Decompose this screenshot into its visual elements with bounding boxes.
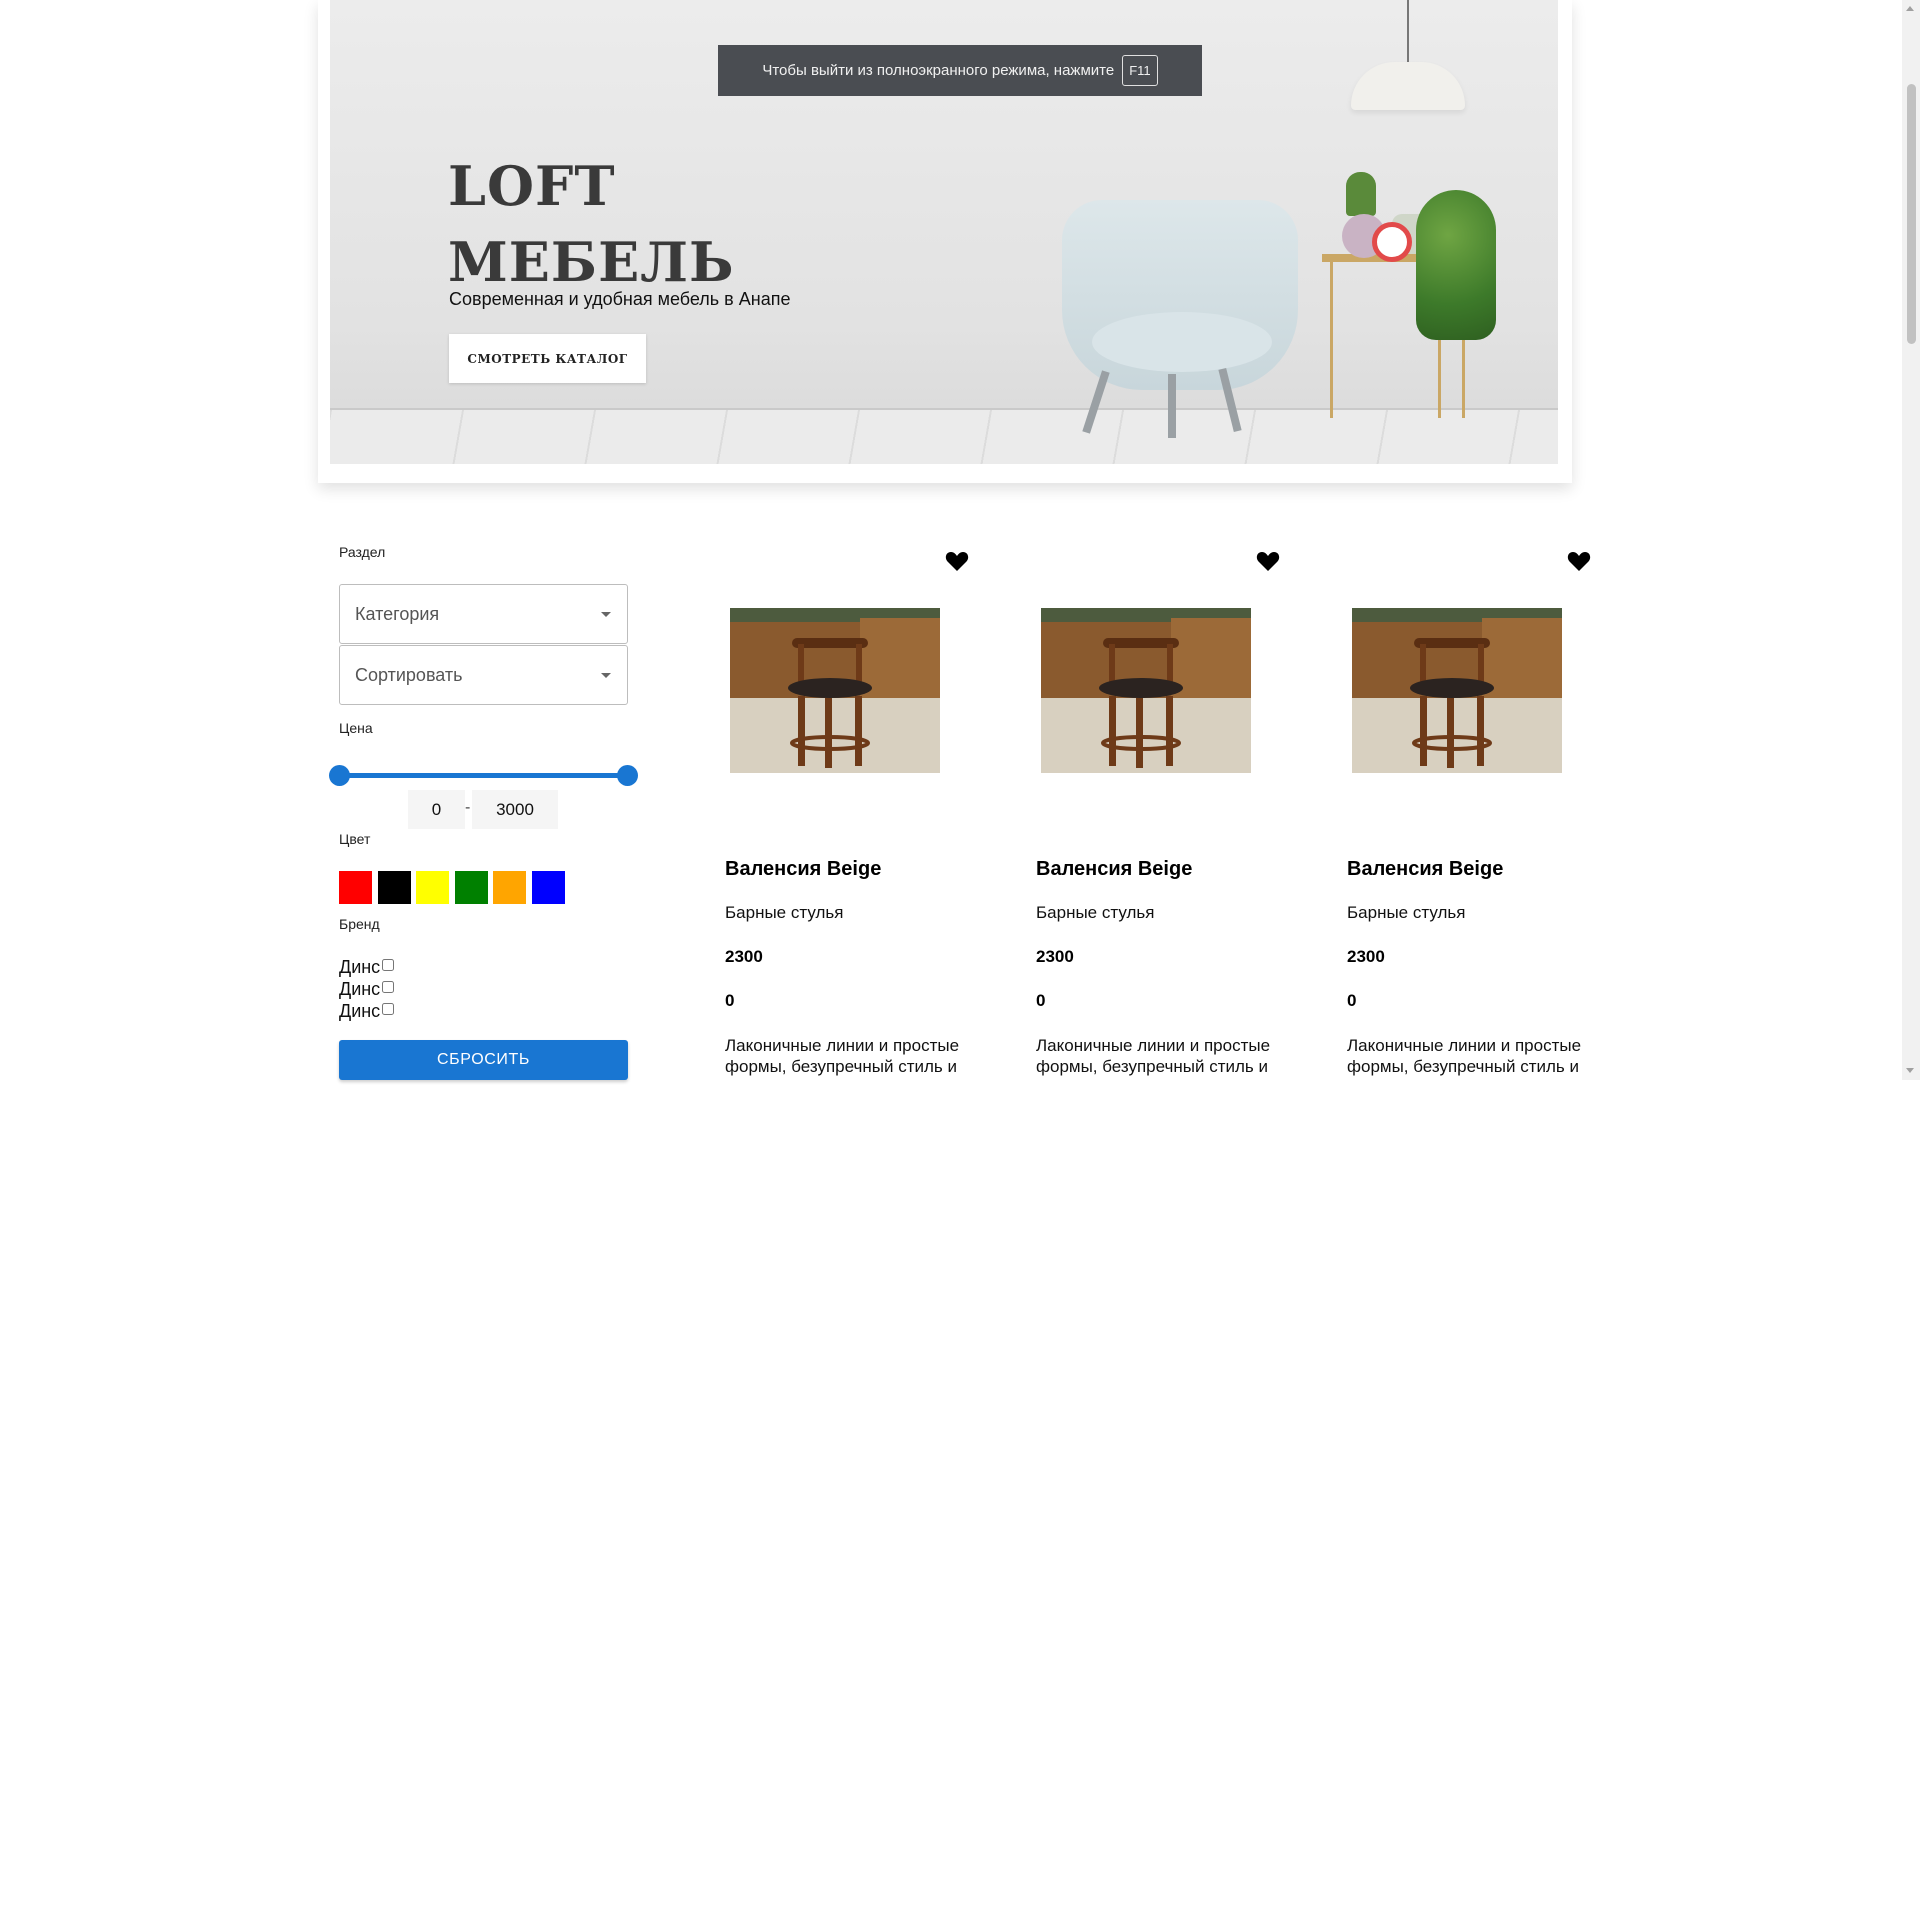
- product-card[interactable]: Валенсия Beige Барные стулья 2300 0 Лако…: [1347, 540, 1637, 1080]
- price-min-handle[interactable]: [329, 765, 350, 786]
- armchair-seat: [1092, 312, 1272, 372]
- brand-option[interactable]: Динс: [339, 978, 395, 1000]
- category-select[interactable]: Категория: [339, 584, 628, 644]
- bar-stool-image: [1352, 608, 1562, 773]
- hero-banner: Чтобы выйти из полноэкранного режима, на…: [330, 0, 1558, 464]
- price-max-handle[interactable]: [617, 765, 638, 786]
- color-swatch-orange[interactable]: [493, 871, 526, 904]
- product-name[interactable]: Валенсия Beige: [1036, 858, 1192, 881]
- brand-checkbox[interactable]: [382, 959, 395, 971]
- scroll-down-arrow-icon[interactable]: [1906, 1068, 1914, 1073]
- product-stock: 0: [1347, 991, 1357, 1010]
- product-price: 2300: [725, 947, 763, 966]
- color-swatch-yellow[interactable]: [416, 871, 449, 904]
- product-description: Лаконичные линии и простые формы, безупр…: [1347, 1036, 1582, 1076]
- bar-stool-image: [730, 608, 940, 773]
- color-swatch-black[interactable]: [377, 871, 411, 904]
- product-card[interactable]: Валенсия Beige Барные стулья 2300 0 Лако…: [1036, 540, 1326, 1080]
- price-range-dash: -: [465, 799, 471, 816]
- color-filter-label: Цвет: [339, 831, 371, 847]
- product-name[interactable]: Валенсия Beige: [1347, 858, 1503, 881]
- favorite-heart-icon[interactable]: [1256, 550, 1280, 572]
- favorite-heart-icon[interactable]: [1567, 550, 1591, 572]
- product-category: Барные стулья: [1347, 903, 1466, 922]
- price-range-track[interactable]: [339, 773, 628, 778]
- view-catalog-button[interactable]: СМОТРЕТЬ КАТАЛОГ: [449, 334, 646, 383]
- product-stock: 0: [725, 991, 735, 1010]
- brand-checkbox[interactable]: [382, 981, 395, 993]
- product-stock: 0: [1036, 991, 1046, 1010]
- fullscreen-notice-text: Чтобы выйти из полноэкранного режима, на…: [762, 62, 1115, 79]
- cactus-icon: [1346, 172, 1376, 216]
- color-swatch-red[interactable]: [339, 871, 372, 904]
- product-description: Лаконичные линии и простые формы, безупр…: [725, 1036, 960, 1076]
- price-filter-label: Цена: [339, 720, 373, 736]
- f11-key-badge: F11: [1122, 55, 1158, 86]
- product-image[interactable]: [730, 608, 940, 773]
- brand-filter-label: Бренд: [339, 916, 380, 932]
- product-card[interactable]: Валенсия Beige Барные стулья 2300 0 Лако…: [725, 540, 1015, 1080]
- plant-icon: [1416, 190, 1496, 340]
- brand-option-label: Динс: [339, 1001, 381, 1021]
- price-min-input[interactable]: 0: [408, 790, 465, 829]
- side-table-leg: [1330, 262, 1333, 418]
- color-swatch-green[interactable]: [454, 871, 488, 904]
- chevron-down-icon: [601, 612, 611, 617]
- armchair-leg: [1168, 374, 1176, 438]
- hero-subtitle: Современная и удобная мебель в Анапе: [449, 289, 791, 309]
- product-price: 2300: [1036, 947, 1074, 966]
- sort-select-placeholder: Сортировать: [355, 664, 463, 685]
- product-price: 2300: [1347, 947, 1385, 966]
- hero-floor: [330, 408, 1558, 464]
- brand-option-label: Динс: [339, 957, 381, 977]
- brand-option[interactable]: Динс: [339, 956, 395, 978]
- hero-title: LOFT МЕБЕЛЬ: [448, 148, 735, 300]
- brand-checkbox[interactable]: [382, 1003, 395, 1015]
- fullscreen-exit-notice: Чтобы выйти из полноэкранного режима, на…: [718, 45, 1202, 96]
- product-name[interactable]: Валенсия Beige: [725, 858, 881, 881]
- chevron-down-icon: [601, 673, 611, 678]
- brand-option[interactable]: Динс: [339, 1000, 395, 1022]
- price-max-input[interactable]: 3000: [472, 790, 558, 829]
- product-category: Барные стулья: [1036, 903, 1155, 922]
- product-category: Барные стулья: [725, 903, 844, 922]
- page-scrollbar[interactable]: [1902, 0, 1920, 1080]
- clock-icon: [1372, 222, 1412, 262]
- scroll-up-arrow-icon[interactable]: [1906, 6, 1914, 11]
- hero-title-line-1: LOFT: [448, 154, 616, 218]
- category-select-placeholder: Категория: [355, 603, 440, 624]
- reset-filters-button[interactable]: СБРОСИТЬ: [339, 1040, 628, 1080]
- sort-select[interactable]: Сортировать: [339, 645, 628, 705]
- product-image[interactable]: [1041, 608, 1251, 773]
- product-image[interactable]: [1352, 608, 1562, 773]
- scroll-thumb[interactable]: [1907, 84, 1916, 344]
- pendant-lamp-icon: [1351, 62, 1465, 110]
- favorite-heart-icon[interactable]: [945, 550, 969, 572]
- bar-stool-image: [1041, 608, 1251, 773]
- color-swatch-blue[interactable]: [531, 871, 565, 904]
- section-filter-label: Раздел: [339, 544, 386, 560]
- brand-option-label: Динс: [339, 979, 381, 999]
- product-description: Лаконичные линии и простые формы, безупр…: [1036, 1036, 1271, 1076]
